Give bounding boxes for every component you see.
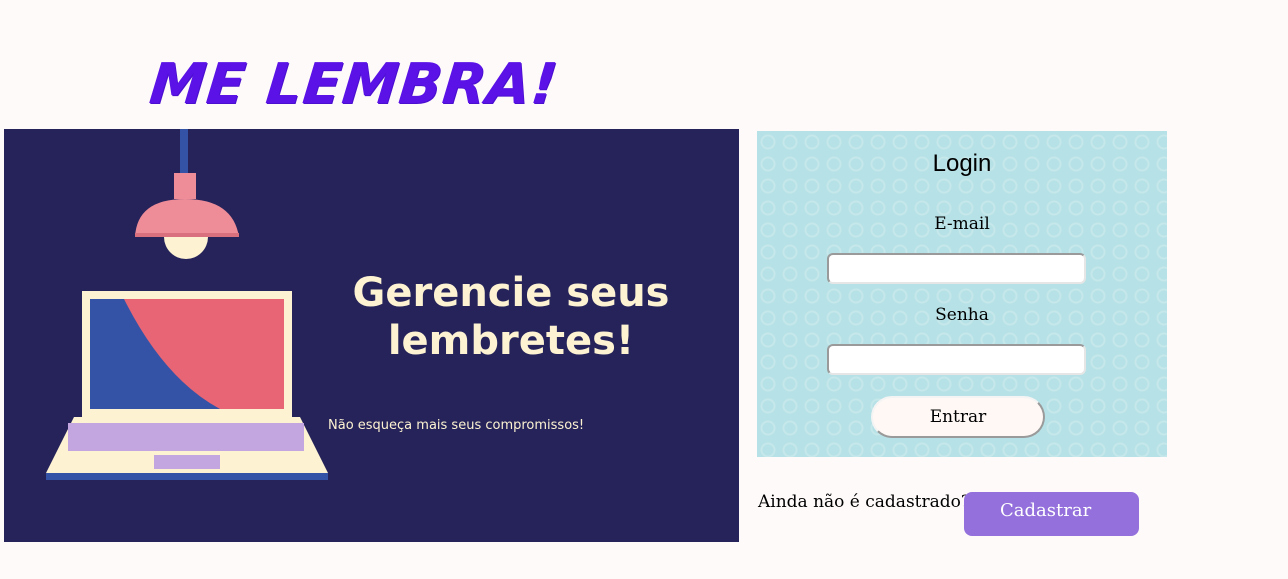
email-field[interactable] [827, 253, 1086, 284]
email-label: E-mail [934, 214, 990, 234]
login-form: Login E-mail Senha Entrar [757, 131, 1167, 457]
signup-button[interactable]: Cadastrar [964, 492, 1139, 536]
password-label: Senha [935, 305, 989, 325]
hero-title: Gerencie seus lembretes! [352, 270, 670, 364]
app-logo: ME LEMBRA! [146, 52, 562, 117]
login-button[interactable]: Entrar [871, 396, 1045, 438]
login-title: Login [932, 150, 992, 177]
hero-banner: Gerencie seus lembretes! Não esqueça mai… [4, 129, 739, 542]
password-field[interactable] [827, 344, 1086, 375]
signup-prompt: Ainda não é cadastrado? [758, 492, 970, 512]
hero-subtitle: Não esqueça mais seus compromissos! [328, 418, 585, 433]
